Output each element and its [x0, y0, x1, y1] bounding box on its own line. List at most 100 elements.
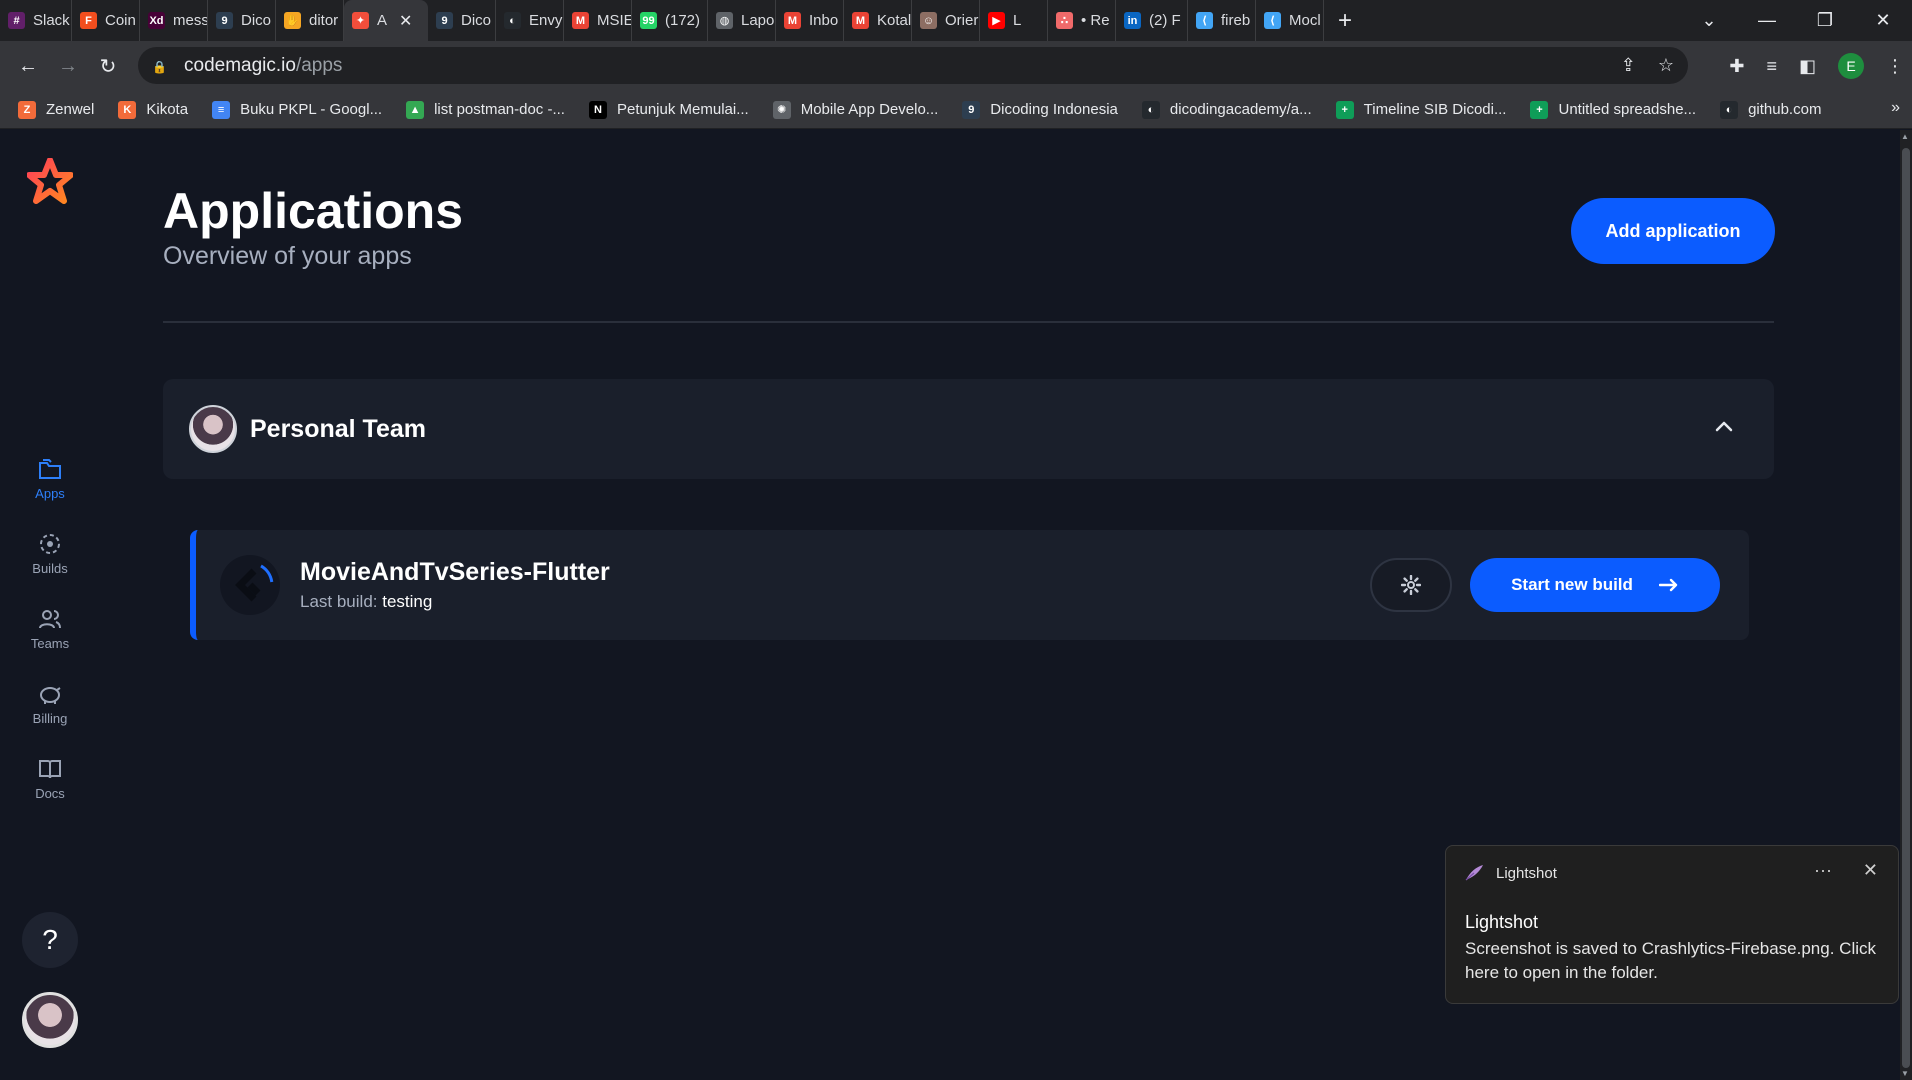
bookmarks-bar: Z Zenwel K Kikota ≡ Buku PKPL - Googl... ▲ list… — [0, 91, 1912, 129]
bookmark-star-icon[interactable]: ☆ — [1658, 55, 1674, 76]
scroll-up-icon[interactable]: ▲ — [1901, 132, 1909, 141]
browser-tab[interactable]: ✦ A ✕ — [344, 0, 428, 41]
whatsapp-icon: 99 — [640, 12, 657, 29]
bookmark-item[interactable]: ◐ dicodingacademy/a... — [1141, 100, 1312, 119]
app-card[interactable]: MovieAndTvSeries-Flutter Last build: tes… — [190, 530, 1749, 640]
address-bar[interactable]: 🔒 codemagic.io/apps ⇪ ☆ — [138, 47, 1688, 84]
tab-label: Dico — [241, 12, 272, 29]
last-build-label: Last build: — [300, 592, 378, 611]
bookmark-item[interactable]: ◐ github.com — [1720, 100, 1821, 119]
browser-tab[interactable]: M MSIE — [564, 0, 632, 41]
add-application-button[interactable]: Add application — [1571, 198, 1775, 264]
tab-label: Envy — [529, 12, 563, 29]
chevron-up-icon[interactable] — [1712, 415, 1736, 439]
more-options-icon[interactable]: ··· — [1814, 860, 1832, 881]
bookmark-favicon-icon: ✺ — [772, 100, 791, 119]
lightshot-notification[interactable]: Lightshot ··· ✕ Lightshot Screenshot is … — [1445, 845, 1899, 1004]
browser-tab[interactable]: ▶ L — [980, 0, 1048, 41]
page-subtitle: Overview of your apps — [163, 242, 412, 270]
dicoding-icon: 9 — [216, 12, 233, 29]
media-controls-icon[interactable]: ≡ — [1766, 56, 1777, 77]
browser-tab[interactable]: M Inbo — [776, 0, 844, 41]
minimize-button[interactable]: — — [1738, 10, 1796, 31]
bookmark-item[interactable]: K Kikota — [118, 100, 188, 119]
toast-title: Lightshot — [1465, 912, 1539, 932]
team-name: Personal Team — [250, 415, 427, 443]
browser-tab[interactable]: ⟨ Mocl — [1256, 0, 1324, 41]
bookmark-favicon-icon: N — [588, 100, 607, 119]
tab-label: A — [377, 12, 388, 29]
bookmark-item[interactable]: Z Zenwel — [18, 100, 94, 119]
reload-button[interactable]: ↻ — [88, 54, 128, 79]
tab-strip: # Slack F Coin Xd mess 9 Dico ✋ ditor ✦ A ✕ 9 Dico ◐ Env… — [0, 0, 1324, 41]
app-settings-button[interactable] — [1370, 558, 1452, 612]
bookmark-item[interactable]: N Petunjuk Memulai... — [588, 100, 749, 119]
bookmark-item[interactable]: ≡ Buku PKPL - Googl... — [212, 100, 382, 119]
youtube-icon: ▶ — [988, 12, 1005, 29]
help-button[interactable]: ? — [22, 912, 78, 968]
sidebar-item-teams[interactable]: Teams — [0, 606, 100, 651]
tab-close-icon[interactable]: ✕ — [399, 11, 412, 31]
bookmark-item[interactable]: ✺ Mobile App Develo... — [772, 100, 938, 119]
dicoding-icon: 9 — [436, 12, 453, 29]
scroll-down-icon[interactable]: ▼ — [1901, 1069, 1909, 1078]
sidebar-item-docs[interactable]: Docs — [0, 756, 100, 801]
back-button[interactable]: ← — [8, 55, 48, 78]
restore-button[interactable]: ❐ — [1796, 10, 1854, 31]
bookmark-label: list postman-doc -... — [434, 101, 565, 118]
browser-tab[interactable]: ◍ Lapo — [708, 0, 776, 41]
tab-search-icon[interactable]: ⌄ — [1680, 10, 1738, 31]
new-tab-button[interactable]: + — [1324, 7, 1366, 35]
start-new-build-button[interactable]: Start new build — [1470, 558, 1720, 612]
arrow-right-icon — [1658, 578, 1678, 592]
bookmark-item[interactable]: + Untitled spreadshe... — [1530, 100, 1696, 119]
extensions-icon[interactable]: ✚ — [1729, 56, 1744, 77]
close-window-button[interactable]: ✕ — [1854, 10, 1912, 31]
forward-button[interactable]: → — [48, 55, 88, 78]
browser-tab[interactable]: in (2) F — [1116, 0, 1188, 41]
tab-label: MSIE — [597, 12, 632, 29]
sidebar-item-label: Docs — [35, 786, 65, 801]
browser-tab[interactable]: 9 Dico — [428, 0, 496, 41]
toast-message[interactable]: Screenshot is saved to Crashlytics-Fireb… — [1465, 937, 1885, 985]
sidebar-item-apps[interactable]: Apps — [0, 456, 100, 501]
more-bookmarks-icon[interactable]: » — [1891, 99, 1900, 117]
profile-avatar[interactable]: E — [1838, 53, 1864, 79]
browser-tab[interactable]: Xd mess — [140, 0, 208, 41]
browser-tab[interactable]: F Coin — [72, 0, 140, 41]
browser-tab[interactable]: ∴ • Re — [1048, 0, 1116, 41]
scrollbar-thumb[interactable] — [1902, 148, 1910, 1068]
bookmark-item[interactable]: + Timeline SIB Dicodi... — [1335, 100, 1507, 119]
browser-tab[interactable]: ☺ Orier — [912, 0, 980, 41]
browser-tab[interactable]: # Slack — [0, 0, 72, 41]
bookmark-item[interactable]: 9 Dicoding Indonesia — [962, 100, 1118, 119]
bookmark-label: Timeline SIB Dicodi... — [1363, 101, 1507, 118]
bookmark-item[interactable]: ▲ list postman-doc -... — [406, 100, 565, 119]
browser-tab[interactable]: ✋ ditor — [276, 0, 344, 41]
flutter-app-icon — [220, 555, 280, 615]
browser-tab[interactable]: 99 (172) — [632, 0, 708, 41]
team-card[interactable]: Personal Team — [163, 379, 1774, 479]
linkedin-icon: in — [1124, 12, 1141, 29]
user-avatar[interactable] — [22, 992, 78, 1048]
share-icon[interactable]: ⇪ — [1621, 55, 1636, 76]
codemagic-logo[interactable] — [27, 158, 73, 204]
browser-tab[interactable]: M Kotal — [844, 0, 912, 41]
tab-label: Dico — [461, 12, 492, 29]
sidebar-item-builds[interactable]: Builds — [0, 531, 100, 576]
browser-tab[interactable]: ⟨ fireb — [1188, 0, 1256, 41]
feather-icon — [1465, 865, 1483, 881]
menu-icon[interactable]: ⋮ — [1886, 56, 1904, 77]
close-icon[interactable]: ✕ — [1863, 860, 1878, 881]
page-scrollbar[interactable]: ▲ ▼ — [1900, 130, 1912, 1080]
lock-icon[interactable]: 🔒 — [152, 60, 167, 74]
sidebar-item-billing[interactable]: Billing — [0, 681, 100, 726]
tab-label: Kotal — [877, 12, 912, 29]
last-build-value[interactable]: testing — [382, 592, 432, 611]
hand-icon: ✋ — [284, 12, 301, 29]
bookmark-label: dicodingacademy/a... — [1169, 101, 1312, 118]
browser-tab[interactable]: ◐ Envy — [496, 0, 564, 41]
browser-tab[interactable]: 9 Dico — [208, 0, 276, 41]
app-name[interactable]: MovieAndTvSeries-Flutter — [300, 558, 610, 587]
side-panel-icon[interactable]: ◧ — [1799, 56, 1816, 77]
